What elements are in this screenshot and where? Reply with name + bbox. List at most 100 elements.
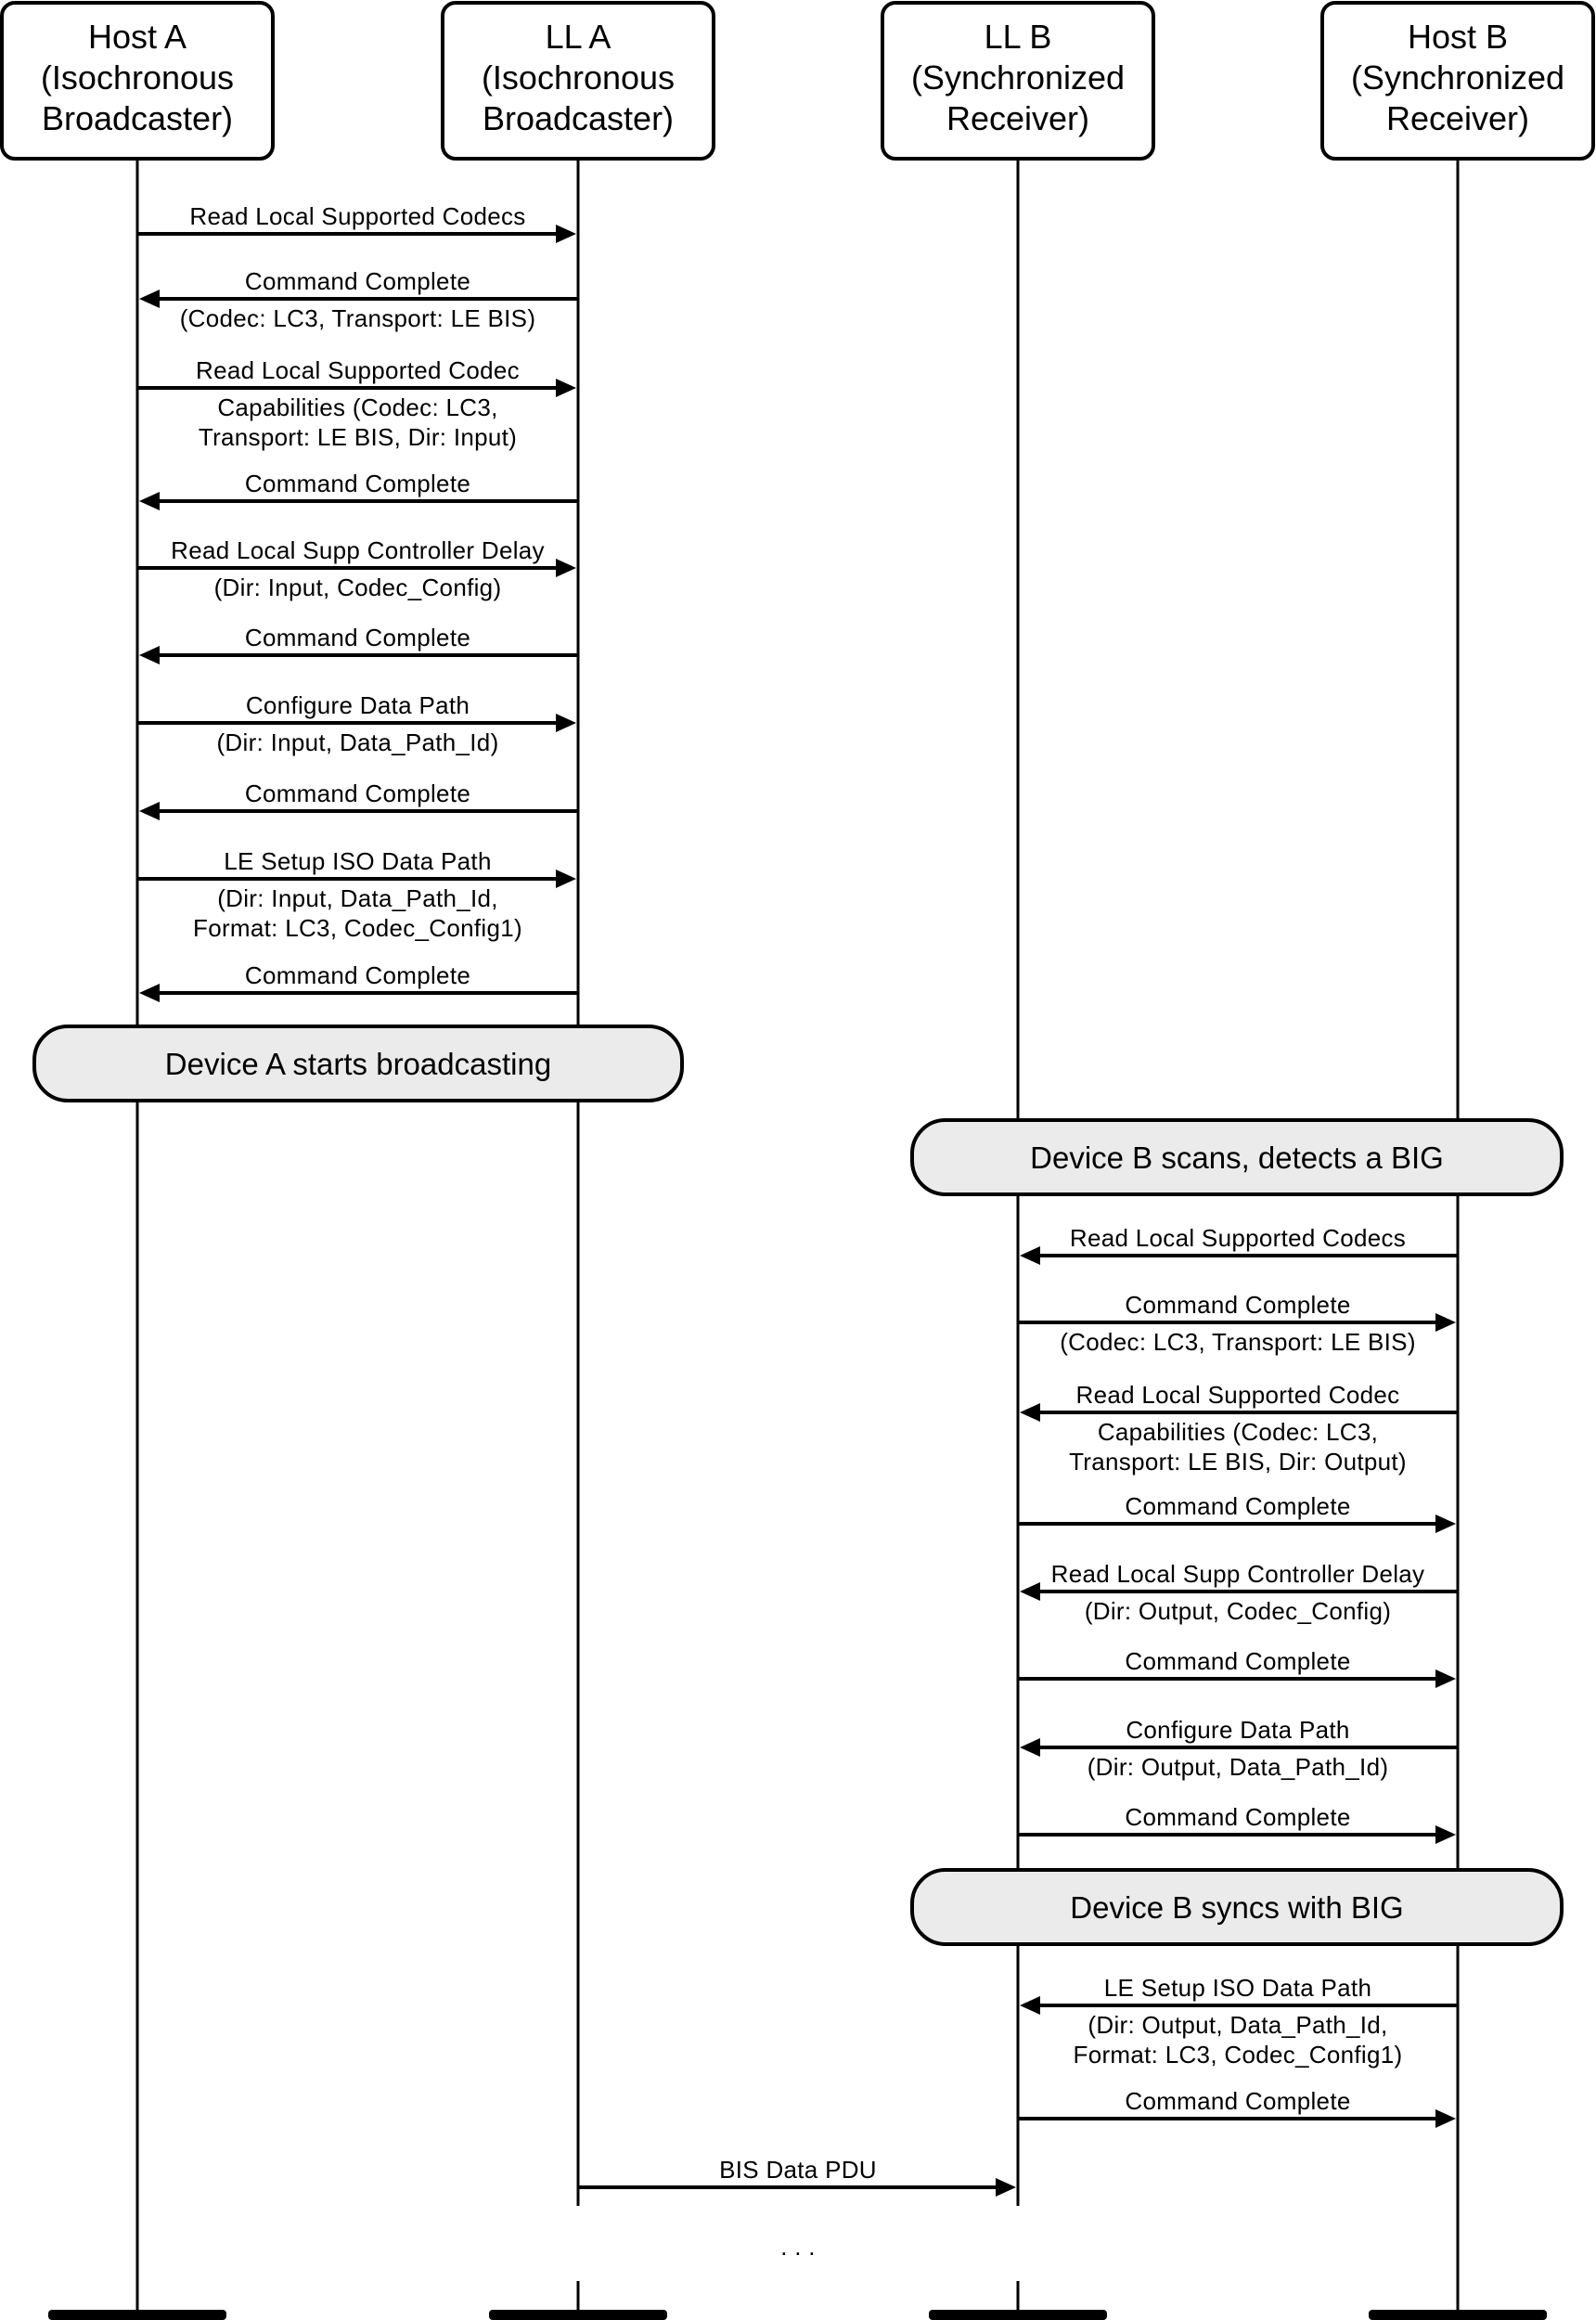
message-arrow: Read Local Supported Codec Capabilities (… <box>1020 1381 1458 1476</box>
arrowhead-icon <box>556 559 576 577</box>
banner-text: Device B scans, detects a BIG <box>1030 1141 1444 1175</box>
message-arrow: Read Local Supported Codecs <box>137 202 576 243</box>
message-arrow: Command Complete <box>1018 1492 1456 1533</box>
message-sublabel: (Dir: Output, Data_Path_Id, <box>1088 2011 1387 2039</box>
continuation-ellipsis: . . . <box>780 2233 816 2261</box>
message-arrow: Read Local Supp Controller Delay (Dir: In… <box>137 536 576 601</box>
message-arrow: LE Setup ISO Data Path (Dir: Input, Data_… <box>137 847 576 942</box>
arrowhead-icon <box>1435 1825 1456 1844</box>
message-label: Read Local Supp Controller Delay <box>1051 1560 1425 1588</box>
arrowhead-icon <box>1020 1582 1040 1601</box>
lifeline-end-bar-host_b <box>1369 2310 1547 2320</box>
arrowhead-icon <box>1435 1313 1456 1332</box>
arrowhead-icon <box>1435 2109 1456 2128</box>
message-sublabel: (Dir: Output, Data_Path_Id) <box>1088 1753 1389 1781</box>
participant-headers: Host A(IsochronousBroadcaster)LL A(Isoch… <box>0 1 1595 161</box>
arrowhead-icon <box>139 646 160 664</box>
participant-host_b: Host B(SynchronizedReceiver) <box>1320 1 1595 161</box>
message-label: Read Local Supported Codec <box>1076 1381 1400 1409</box>
participant-name: LL B <box>985 18 1052 56</box>
message-label: Command Complete <box>245 780 470 807</box>
arrowhead-icon <box>1020 1246 1040 1265</box>
message-sublabel: Transport: LE BIS, Dir: Output) <box>1069 1448 1407 1476</box>
message-arrow: Read Local Supp Controller Delay (Dir: Ou… <box>1020 1560 1458 1625</box>
message-arrow: Command Complete (Codec: LC3, Transport: … <box>1018 1291 1456 1356</box>
message-label: LE Setup ISO Data Path <box>224 847 491 875</box>
message-arrow: Read Local Supported Codec Capabilities (… <box>137 356 576 451</box>
message-sublabel: Format: LC3, Codec_Config1) <box>193 914 522 942</box>
arrowhead-icon <box>556 870 576 888</box>
message-label: Configure Data Path <box>1126 1716 1349 1744</box>
message-arrow: Command Complete <box>1018 1647 1456 1688</box>
banner-text: Device B syncs with BIG <box>1070 1890 1403 1925</box>
message-label: Command Complete <box>245 961 470 989</box>
message-arrow: Command Complete <box>1018 2087 1456 2128</box>
arrowhead-icon <box>556 225 576 243</box>
state-banner: Device B syncs with BIG <box>910 1868 1564 1946</box>
message-label: Command Complete <box>245 624 470 651</box>
participant-role: Receiver) <box>1386 99 1529 137</box>
message-arrow: Command Complete <box>1018 1803 1456 1844</box>
message-arrow: Configure Data Path (Dir: Input, Data_Pat… <box>137 691 576 756</box>
participant-role: (Synchronized <box>911 58 1125 97</box>
arrowhead-icon <box>139 984 160 1002</box>
message-arrow: Command Complete <box>139 624 578 664</box>
message-sublabel: Format: LC3, Codec_Config1) <box>1074 2041 1403 2069</box>
message-label: Command Complete <box>245 470 470 497</box>
message-sublabel: Transport: LE BIS, Dir: Input) <box>199 423 517 451</box>
message-label: Read Local Supp Controller Delay <box>171 536 545 564</box>
arrowhead-icon <box>139 290 160 308</box>
participant-name: LL A <box>546 18 611 56</box>
continuation: . . . <box>780 2233 816 2261</box>
arrowhead-icon <box>1020 1996 1040 2015</box>
message-arrow: Configure Data Path (Dir: Output, Data_Pa… <box>1020 1716 1458 1781</box>
arrowhead-icon <box>1435 1669 1456 1688</box>
message-arrow: Command Complete <box>139 470 578 510</box>
participant-ll_b: LL B(SynchronizedReceiver) <box>881 1 1155 161</box>
message-arrow: LE Setup ISO Data Path (Dir: Output, Data… <box>1020 1974 1458 2069</box>
participant-name: Host B <box>1408 18 1508 56</box>
message-label: Command Complete <box>1125 1803 1350 1831</box>
participant-role: (Isochronous <box>482 58 675 97</box>
arrowhead-icon <box>1435 1514 1456 1533</box>
participant-role: Broadcaster) <box>483 99 674 137</box>
lifeline-end-bar-host_a <box>48 2310 226 2320</box>
arrowhead-icon <box>1020 1738 1040 1757</box>
arrowhead-icon <box>556 714 576 732</box>
message-label: Read Local Supported Codecs <box>1070 1224 1406 1252</box>
message-sublabel: (Dir: Output, Codec_Config) <box>1085 1597 1391 1625</box>
sequence-diagram: Host A(IsochronousBroadcaster)LL A(Isoch… <box>0 1 1595 2320</box>
message-sublabel: (Dir: Input, Codec_Config) <box>214 574 502 601</box>
message-sublabel: (Dir: Input, Data_Path_Id, <box>217 884 498 912</box>
message-label: Command Complete <box>245 267 470 295</box>
message-arrow: Read Local Supported Codecs <box>1020 1224 1458 1265</box>
lifeline-end-bar-ll_a <box>489 2310 667 2320</box>
participant-role: Receiver) <box>946 99 1089 137</box>
state-banner: Device A starts broadcasting <box>32 1025 684 1102</box>
message-label: Configure Data Path <box>246 691 470 719</box>
participant-host_a: Host A(IsochronousBroadcaster) <box>0 1 275 161</box>
message-arrow: Command Complete <box>139 780 578 820</box>
arrowhead-icon <box>1020 1403 1040 1422</box>
message-arrow: BIS Data PDU <box>578 2156 1016 2197</box>
message-arrow: Command Complete <box>139 961 578 1002</box>
participant-name: Host A <box>88 18 187 56</box>
message-sublabel: Capabilities (Codec: LC3, <box>217 393 497 421</box>
message-arrow: Command Complete (Codec: LC3, Transport: … <box>139 267 578 332</box>
message-sublabel: Capabilities (Codec: LC3, <box>1098 1418 1378 1446</box>
arrowhead-icon <box>556 379 576 397</box>
state-banner: Device B scans, detects a BIG <box>910 1118 1564 1196</box>
lifeline-end-bar-ll_b <box>929 2310 1107 2320</box>
message-label: LE Setup ISO Data Path <box>1104 1974 1371 2002</box>
arrowhead-icon <box>139 492 160 510</box>
participant-role: (Synchronized <box>1351 58 1564 97</box>
message-label: Command Complete <box>1125 1647 1350 1675</box>
message-label: Read Local Supported Codecs <box>189 202 525 230</box>
message-label: Command Complete <box>1125 1492 1350 1520</box>
arrowhead-icon <box>139 802 160 820</box>
message-sublabel: (Codec: LC3, Transport: LE BIS) <box>1060 1328 1416 1356</box>
message-sublabel: (Codec: LC3, Transport: LE BIS) <box>180 304 536 332</box>
arrowhead-icon <box>996 2178 1016 2197</box>
participant-ll_a: LL A(IsochronousBroadcaster) <box>441 1 715 161</box>
message-label: Command Complete <box>1125 1291 1350 1319</box>
